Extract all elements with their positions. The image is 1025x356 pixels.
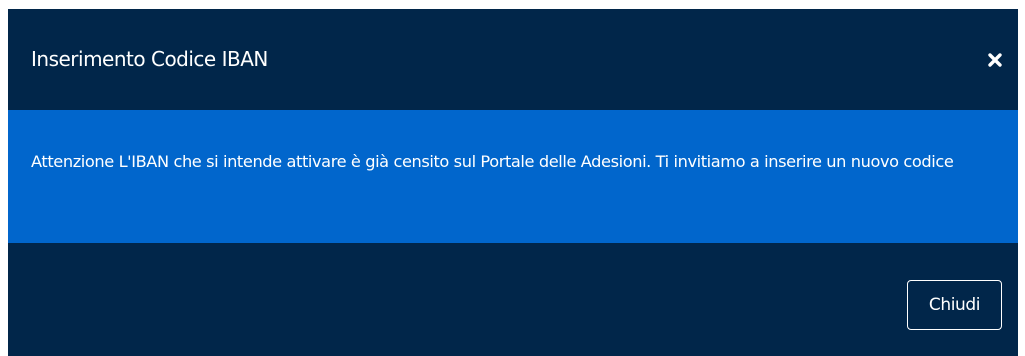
iban-modal: Inserimento Codice IBAN Attenzione L'IBA… — [8, 9, 1018, 356]
chiudi-button[interactable]: Chiudi — [907, 280, 1002, 330]
close-button[interactable] — [984, 49, 1006, 71]
alert-message-box: Attenzione L'IBAN che si intende attivar… — [8, 110, 1018, 243]
modal-header: Inserimento Codice IBAN — [8, 9, 1018, 108]
alert-message: Attenzione L'IBAN che si intende attivar… — [31, 152, 954, 171]
close-icon — [988, 53, 1002, 67]
modal-title: Inserimento Codice IBAN — [31, 47, 268, 71]
